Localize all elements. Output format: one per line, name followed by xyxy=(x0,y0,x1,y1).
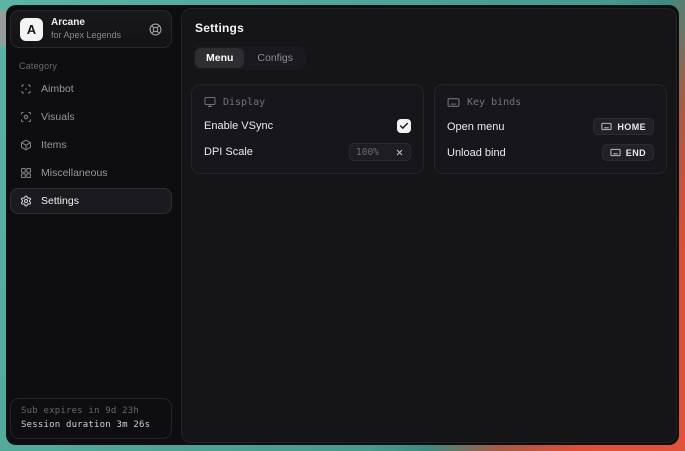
category-label: Category xyxy=(19,61,172,71)
vsync-row: Enable VSync xyxy=(204,117,411,134)
sidebar-item-label: Aimbot xyxy=(41,83,74,95)
dpi-scale-input[interactable]: 100% xyxy=(349,143,411,161)
tab-menu[interactable]: Menu xyxy=(195,48,244,68)
display-card-title: Display xyxy=(223,97,265,108)
monitor-icon xyxy=(204,96,216,108)
tab-configs[interactable]: Configs xyxy=(246,48,304,68)
settings-cards: Display Enable VSync DPI Scale 100% xyxy=(191,84,667,174)
keyboard-icon xyxy=(447,96,460,109)
keyboard-icon xyxy=(610,147,621,158)
keyboard-icon xyxy=(601,121,612,132)
package-icon xyxy=(20,139,32,151)
dpi-scale-value: 100% xyxy=(356,147,379,158)
sidebar-item-label: Items xyxy=(41,139,67,151)
main-panel: Settings Menu Configs Display Enable VSy… xyxy=(181,8,677,443)
app-window: A Arcane for Apex Legends Category xyxy=(6,5,679,445)
app-logo: A xyxy=(20,18,43,41)
sidebar-item-visuals[interactable]: Visuals xyxy=(10,104,172,130)
crosshair-icon xyxy=(20,83,32,95)
sidebar-item-aimbot[interactable]: Aimbot xyxy=(10,76,172,102)
open-menu-keybind-button[interactable]: HOME xyxy=(593,118,654,135)
page-title: Settings xyxy=(191,21,667,35)
app-header-text: Arcane for Apex Legends xyxy=(51,17,121,41)
display-card: Display Enable VSync DPI Scale 100% xyxy=(191,84,424,174)
vsync-label: Enable VSync xyxy=(204,120,273,132)
session-duration-text: Session duration 3m 26s xyxy=(21,420,161,430)
sidebar-item-label: Visuals xyxy=(41,111,75,123)
sidebar-item-label: Miscellaneous xyxy=(41,167,108,179)
display-card-header: Display xyxy=(204,96,411,108)
dpi-row: DPI Scale 100% xyxy=(204,143,411,161)
unload-key: END xyxy=(626,148,646,158)
sidebar-item-settings[interactable]: Settings xyxy=(10,188,172,214)
app-name: Arcane xyxy=(51,17,121,30)
keybinds-card-header: Key binds xyxy=(447,96,654,109)
grid-icon xyxy=(20,167,32,179)
sub-expires-text: Sub expires in 9d 23h xyxy=(21,406,161,416)
keybinds-card-title: Key binds xyxy=(467,97,521,108)
sidebar-item-items[interactable]: Items xyxy=(10,132,172,158)
check-icon xyxy=(399,121,409,131)
open-menu-label: Open menu xyxy=(447,121,504,133)
app-subtitle: for Apex Legends xyxy=(51,30,121,41)
sidebar-item-label: Settings xyxy=(41,195,79,207)
gear-icon xyxy=(20,195,32,207)
clear-icon[interactable] xyxy=(395,148,404,157)
sidebar-item-miscellaneous[interactable]: Miscellaneous xyxy=(10,160,172,186)
vsync-checkbox[interactable] xyxy=(397,119,411,133)
tab-bar: Menu Configs xyxy=(193,46,306,70)
sidebar-nav: Aimbot Visuals Items xyxy=(10,76,172,214)
unload-bind-row: Unload bind END xyxy=(447,144,654,161)
lifebuoy-icon[interactable] xyxy=(149,23,162,36)
open-menu-key: HOME xyxy=(617,122,646,132)
keybinds-card: Key binds Open menu HOME Unload bind xyxy=(434,84,667,174)
open-menu-row: Open menu HOME xyxy=(447,118,654,135)
unload-bind-label: Unload bind xyxy=(447,147,506,159)
subscription-status-card: Sub expires in 9d 23h Session duration 3… xyxy=(10,398,172,439)
unload-keybind-button[interactable]: END xyxy=(602,144,654,161)
app-header-card: A Arcane for Apex Legends xyxy=(10,10,172,48)
sidebar: A Arcane for Apex Legends Category xyxy=(6,5,177,445)
scan-eye-icon xyxy=(20,111,32,123)
dpi-label: DPI Scale xyxy=(204,146,253,158)
